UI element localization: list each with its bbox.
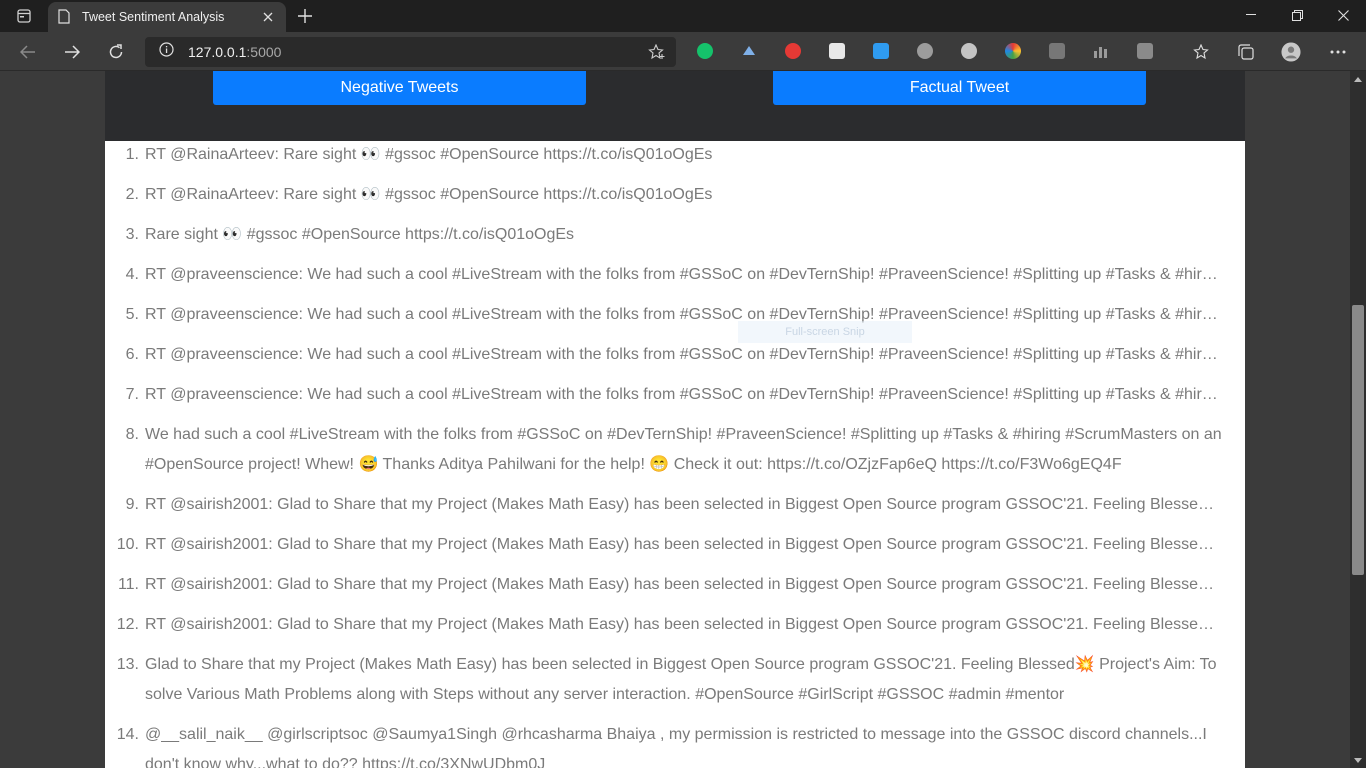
tweet-list: 1. RT @RainaArteev: Rare sight 👀 #gssoc #… bbox=[105, 140, 1245, 768]
list-item-number: 8. bbox=[125, 426, 139, 443]
minimize-icon[interactable] bbox=[1228, 0, 1274, 30]
striped-extension-icon[interactable] bbox=[829, 43, 845, 59]
tweet-text: RT @sairish2001: Glad to Share that my P… bbox=[145, 616, 1214, 633]
list-item-number: 13. bbox=[116, 656, 139, 673]
list-item: 13. Glad to Share that my Project (Makes … bbox=[105, 650, 1245, 710]
grammarly-extension-icon[interactable] bbox=[697, 43, 713, 59]
list-item: 11. RT @sairish2001: Glad to Share that m… bbox=[105, 570, 1245, 600]
address-bar[interactable]: 127.0.0.1:5000 bbox=[145, 37, 676, 67]
color-wheel-extension-icon[interactable] bbox=[1005, 43, 1021, 59]
list-item: 10. RT @sairish2001: Glad to Share that m… bbox=[105, 530, 1245, 560]
snip-overlay: Full-screen Snip bbox=[738, 321, 912, 343]
list-item-number: 2. bbox=[125, 186, 139, 203]
tweet-text: RT @sairish2001: Glad to Share that my P… bbox=[145, 576, 1214, 593]
list-item-number: 14. bbox=[116, 726, 139, 743]
tweet-text: RT @praveenscience: We had such a cool #… bbox=[145, 346, 1218, 363]
facebook-extension-icon[interactable] bbox=[1049, 43, 1065, 59]
page-icon bbox=[58, 9, 72, 25]
scroll-down-icon[interactable] bbox=[1350, 752, 1366, 768]
tweet-text: RT @praveenscience: We had such a cool #… bbox=[145, 266, 1218, 283]
list-item-number: 10. bbox=[116, 536, 139, 553]
collections-icon[interactable] bbox=[1236, 42, 1256, 62]
list-item: 9. RT @sairish2001: Glad to Share that my… bbox=[105, 490, 1245, 520]
scroll-up-icon[interactable] bbox=[1350, 71, 1366, 87]
url-text: 127.0.0.1:5000 bbox=[188, 44, 282, 60]
list-item: 8. We had such a cool #LiveStream with th… bbox=[105, 420, 1245, 480]
blue-extension-icon[interactable] bbox=[873, 43, 889, 59]
list-item: 3. Rare sight 👀 #gssoc #OpenSource https:… bbox=[105, 220, 1245, 250]
list-item: 12. RT @sairish2001: Glad to Share that m… bbox=[105, 610, 1245, 640]
list-item-number: 9. bbox=[125, 496, 139, 513]
scrollbar-thumb[interactable] bbox=[1352, 305, 1364, 575]
list-item-number: 5. bbox=[125, 306, 139, 323]
tweet-text: RT @praveenscience: We had such a cool #… bbox=[145, 386, 1218, 403]
chart-extension-icon[interactable] bbox=[1093, 43, 1109, 59]
m-extension-icon[interactable] bbox=[785, 43, 801, 59]
list-item: 4. RT @praveenscience: We had such a cool… bbox=[105, 260, 1245, 290]
tweet-text: We had such a cool #LiveStream with the … bbox=[145, 426, 1222, 473]
list-item: 2. RT @RainaArteev: Rare sight 👀 #gssoc #… bbox=[105, 180, 1245, 210]
tweet-text: Rare sight 👀 #gssoc #OpenSource https://… bbox=[145, 226, 575, 243]
tweet-text: RT @sairish2001: Glad to Share that my P… bbox=[145, 536, 1214, 553]
button-header: Negative Tweets Factual Tweet bbox=[105, 71, 1245, 141]
tweet-text: Glad to Share that my Project (Makes Mat… bbox=[145, 656, 1217, 703]
info-icon[interactable] bbox=[159, 42, 174, 62]
list-item: 1. RT @RainaArteev: Rare sight 👀 #gssoc #… bbox=[105, 140, 1245, 170]
tab-strip: Tweet Sentiment Analysis bbox=[0, 0, 1366, 32]
profile-avatar-icon[interactable] bbox=[1281, 42, 1301, 62]
list-item: 6. RT @praveenscience: We had such a cool… bbox=[105, 340, 1245, 370]
list-item-number: 4. bbox=[125, 266, 139, 283]
list-item: 14. @__salil_naik__ @girlscriptsoc @Saumy… bbox=[105, 720, 1245, 768]
tweet-text: RT @sairish2001: Glad to Share that my P… bbox=[145, 496, 1214, 513]
tweet-text: RT @praveenscience: We had such a cool #… bbox=[145, 306, 1218, 323]
cloud-extension-icon[interactable] bbox=[741, 43, 757, 59]
list-item-number: 1. bbox=[125, 146, 139, 163]
list-item-number: 3. bbox=[125, 226, 139, 243]
more-options-icon[interactable] bbox=[1328, 42, 1348, 62]
refresh-icon[interactable] bbox=[104, 40, 128, 64]
back-icon[interactable] bbox=[16, 40, 40, 64]
list-item: 7. RT @praveenscience: We had such a cool… bbox=[105, 380, 1245, 410]
close-tab-icon[interactable] bbox=[260, 9, 276, 25]
tweet-text: @__salil_naik__ @girlscriptsoc @Saumya1S… bbox=[145, 726, 1207, 768]
tab-actions-icon[interactable] bbox=[8, 6, 40, 26]
new-tab-icon[interactable] bbox=[294, 6, 316, 26]
factual-tweet-button[interactable]: Factual Tweet bbox=[773, 71, 1146, 105]
browser-toolbar: 127.0.0.1:5000 bbox=[0, 32, 1366, 71]
tweet-list-panel: 1. RT @RainaArteev: Rare sight 👀 #gssoc #… bbox=[105, 141, 1245, 768]
forward-icon[interactable] bbox=[60, 40, 84, 64]
list-item: 5. RT @praveenscience: We had such a cool… bbox=[105, 300, 1245, 330]
circle-extension-icon[interactable] bbox=[961, 43, 977, 59]
grey-round-extension-icon[interactable] bbox=[917, 43, 933, 59]
browser-tab[interactable]: Tweet Sentiment Analysis bbox=[48, 2, 286, 32]
vertical-scrollbar[interactable] bbox=[1350, 71, 1366, 768]
favorites-icon[interactable] bbox=[1192, 42, 1212, 62]
page-viewport: Negative Tweets Factual Tweet 1. RT @Rain… bbox=[0, 71, 1350, 768]
list-item-number: 7. bbox=[125, 386, 139, 403]
close-window-icon[interactable] bbox=[1320, 0, 1366, 30]
add-favorite-icon[interactable] bbox=[648, 43, 666, 65]
k-extension-icon[interactable] bbox=[1137, 43, 1153, 59]
list-item-number: 12. bbox=[116, 616, 139, 633]
restore-icon[interactable] bbox=[1274, 0, 1320, 30]
tweet-text: RT @RainaArteev: Rare sight 👀 #gssoc #Op… bbox=[145, 186, 713, 203]
tab-title: Tweet Sentiment Analysis bbox=[82, 10, 225, 24]
list-item-number: 11. bbox=[117, 576, 139, 593]
list-item-number: 6. bbox=[125, 346, 139, 363]
negative-tweets-button[interactable]: Negative Tweets bbox=[213, 71, 586, 105]
tweet-text: RT @RainaArteev: Rare sight 👀 #gssoc #Op… bbox=[145, 146, 713, 163]
